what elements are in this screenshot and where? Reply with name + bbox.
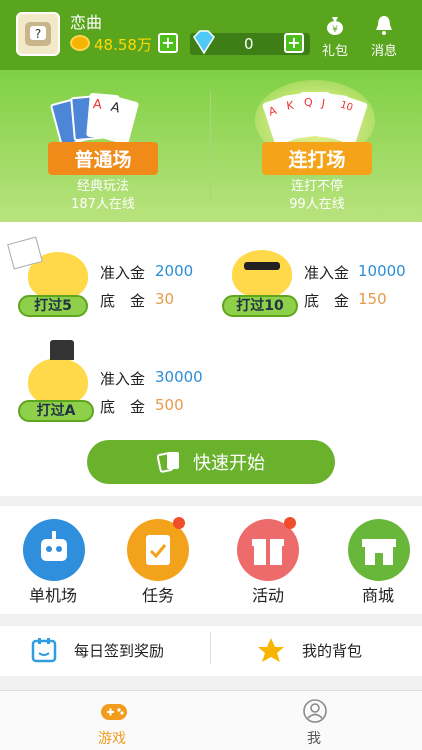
star-icon [258,638,284,662]
room-10-tag: 打过10 [222,295,298,317]
gift-pack-button[interactable]: ¥ 礼包 [315,14,355,59]
room-a-entry-value: 30000 [155,368,203,386]
tab-me-label: 我 [307,731,321,747]
mode-normal-online: 187人在线 [71,197,135,212]
room-5-base-label: 底 金 [100,292,146,310]
username: 恋曲 [70,13,103,32]
gift-pack-label: 礼包 [321,44,348,59]
avatar-character-icon: ? [25,22,51,46]
diamond-icon [193,30,215,55]
messages-button[interactable]: 消息 [364,14,404,59]
coin-balance: 48.58万 [94,36,152,54]
room-10-entry-value: 10000 [358,262,406,280]
room-10-base-label: 底 金 [304,292,350,310]
room-10-entry-label: 准入金 [304,264,350,282]
room-a-base-label: 底 金 [100,398,146,416]
top-hat-icon [50,340,74,360]
mode-combo-online: 99人在线 [289,197,345,212]
feature-task-label: 任务 [141,586,174,605]
room-5-entry-label: 准入金 [100,264,146,282]
tab-games-label: 游戏 [98,731,126,747]
task-notification-dot [173,517,185,529]
section-divider-2 [0,614,422,626]
robot-icon [23,519,85,581]
section-divider [0,496,422,506]
feature-single-label: 单机场 [28,586,77,605]
my-bag-label: 我的背包 [302,642,363,660]
quick-start-label: 快速开始 [193,453,265,474]
mode-normal-desc: 经典玩法 [76,179,129,194]
coin-icon [70,35,90,51]
chick-sunglasses-mascot-icon [232,250,292,298]
mode-divider [210,90,211,200]
mode-combo-title: 连打场 [262,142,372,175]
gamepad-icon [101,704,127,720]
feature-store-label: 商城 [361,586,394,605]
chick-tophat-mascot-icon [28,358,88,406]
section-divider-3 [0,676,422,690]
room-5-base-value: 30 [155,290,175,308]
calendar-icon [31,638,57,663]
cards-icon [157,452,179,473]
money-bag-icon: ¥ [327,17,343,35]
store-icon [348,519,410,581]
room-10-base-value: 150 [358,290,387,308]
top-header: ? 恋曲 48.58万 + 0 + ¥ 礼包 消息 [0,0,422,70]
bell-icon [376,16,392,35]
add-coins-button[interactable]: + [158,33,178,53]
daily-checkin-label: 每日签到奖励 [74,642,165,660]
gem-balance: 0 [244,35,254,53]
add-gems-button[interactable]: + [284,33,304,53]
mode-normal-title: 普通场 [48,142,158,175]
app-root: ? 恋曲 48.58万 + 0 + ¥ 礼包 消息 A A 普通场 经典玩法 1… [0,0,422,750]
feature-activity-label: 活动 [251,586,284,605]
room-a-base-value: 500 [155,396,184,414]
room-a-tag: 打过A [18,400,94,422]
row-divider [210,632,211,664]
avatar[interactable]: ? [16,12,60,56]
bottom-tab-bar [0,690,422,750]
messages-label: 消息 [370,44,397,59]
svg-text:¥: ¥ [332,25,338,35]
room-5-entry-value: 2000 [155,262,194,280]
quick-start-button[interactable]: 快速开始 [87,440,335,484]
user-profile-icon [303,699,327,723]
activity-notification-dot [284,517,296,529]
room-a-entry-label: 准入金 [100,370,146,388]
mode-combo-desc: 连打不停 [290,179,343,194]
room-5-tag: 打过5 [18,295,88,317]
svg-text:?: ? [35,27,41,41]
sunglasses-icon [244,262,280,270]
